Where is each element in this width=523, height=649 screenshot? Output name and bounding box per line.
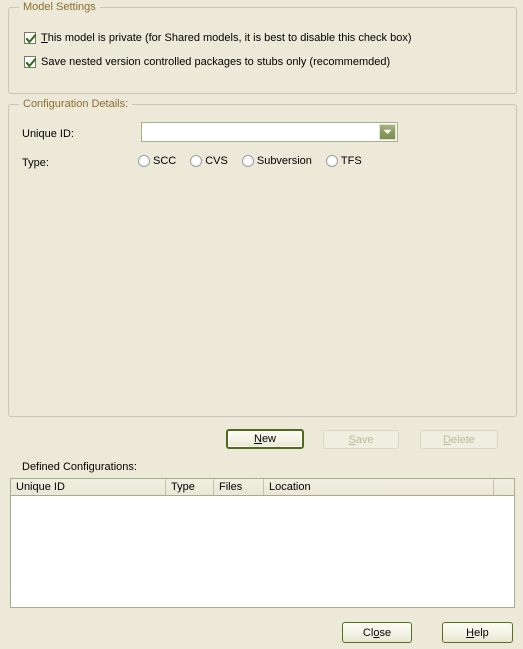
model-settings-group: Model Settings [8, 1, 517, 94]
button-label-post: elp [474, 626, 489, 639]
column-header-type[interactable]: Type [166, 479, 214, 495]
radio-option-scc[interactable]: SCC [138, 155, 176, 167]
configuration-details-group: Configuration Details: [8, 98, 517, 417]
type-label: Type: [22, 157, 49, 169]
defined-configurations-label: Defined Configurations: [22, 461, 137, 473]
checkbox-box[interactable] [24, 32, 36, 44]
radio-option-cvs-label: CVS [205, 155, 228, 167]
mnemonic-letter: H [466, 626, 475, 639]
button-label: elete [451, 433, 475, 446]
unique-id-combobox[interactable] [141, 122, 398, 142]
radio-option-tfs-label: TFS [340, 155, 362, 167]
model-settings-title: Model Settings [19, 1, 100, 13]
list-body[interactable] [11, 496, 514, 607]
mnemonic-letter: D [443, 433, 452, 446]
column-header-location[interactable]: Location [264, 479, 494, 495]
checkbox-box[interactable] [24, 56, 36, 68]
help-button[interactable]: Help [442, 622, 513, 643]
defined-configurations-list[interactable]: Unique ID Type Files Location [10, 478, 515, 608]
unique-id-input[interactable] [142, 123, 379, 141]
type-radio-group[interactable]: SCC CVS Subversion TFS [138, 155, 362, 167]
button-label-pre: Cl [362, 626, 374, 639]
checkbox-save-nested-stubs[interactable]: Save nested version controlled packages … [24, 56, 390, 68]
configuration-details-title: Configuration Details: [19, 98, 133, 110]
checkbox-private-model-label: This model is private (for Shared models… [41, 32, 412, 44]
new-button[interactable]: New [226, 429, 304, 449]
button-label-post: se [379, 626, 392, 639]
column-header-unique-id[interactable]: Unique ID [11, 479, 166, 495]
radio-option-subversion[interactable]: Subversion [241, 155, 312, 167]
label-text: Save nested version controlled packages … [41, 56, 391, 68]
checkbox-save-nested-stubs-label: Save nested version controlled packages … [41, 56, 390, 68]
mnemonic-letter: N [253, 433, 262, 445]
mnemonic-letter: T [41, 32, 48, 44]
mnemonic-letter: S [348, 433, 356, 446]
button-label: ave [355, 433, 374, 446]
button-label: ew [261, 433, 276, 445]
radio-option-scc-label: SCC [153, 155, 177, 167]
checkbox-private-model[interactable]: This model is private (for Shared models… [24, 32, 412, 44]
column-header-files[interactable]: Files [214, 479, 264, 495]
delete-button[interactable]: Delete [420, 430, 498, 449]
radio-option-tfs[interactable]: TFS [325, 155, 362, 167]
list-header-row: Unique ID Type Files Location [11, 479, 514, 496]
unique-id-label: Unique ID: [22, 128, 74, 140]
column-header-filler [494, 479, 514, 495]
radio-circle[interactable] [190, 155, 203, 167]
label-text: his model is private (for Shared models,… [47, 32, 412, 44]
radio-option-subversion-label: Subversion [256, 155, 312, 167]
radio-circle[interactable] [138, 155, 150, 167]
radio-circle[interactable] [241, 155, 254, 167]
save-button[interactable]: Save [323, 430, 399, 449]
radio-option-cvs[interactable]: CVS [190, 155, 228, 167]
chevron-down-icon[interactable] [379, 124, 396, 140]
close-button[interactable]: Cl o se [342, 622, 412, 643]
radio-circle[interactable] [325, 155, 338, 167]
